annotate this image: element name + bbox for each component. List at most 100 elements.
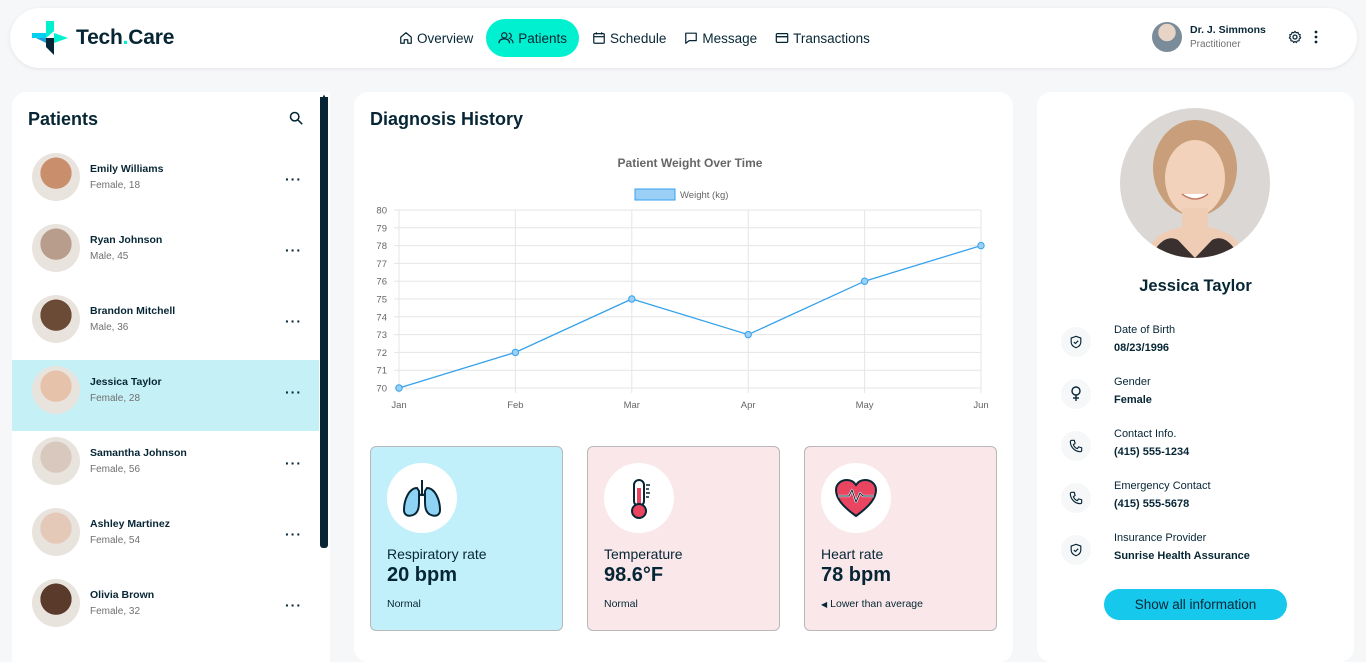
heart-rate-icon: [821, 463, 891, 533]
top-navigation-bar: Tech.Care Overview Patients Schedule Mes…: [10, 8, 1357, 68]
vital-status: ◀ Lower than average: [821, 598, 923, 610]
vital-status: Normal: [604, 598, 638, 610]
vitals-row: Respiratory rate 20 bpm Normal Temperature 9…: [370, 446, 997, 631]
data-point[interactable]: [860, 277, 869, 285]
patient-gender-age: Female, 28: [90, 393, 141, 404]
patient-list-item[interactable]: Jessica Taylor Female, 28 ···: [12, 360, 319, 431]
gear-icon[interactable]: [1288, 30, 1302, 44]
nav-schedule[interactable]: Schedule: [583, 19, 675, 57]
data-point[interactable]: [977, 241, 985, 250]
patient-avatar: [32, 579, 80, 627]
patient-gender-age: Male, 36: [90, 322, 129, 333]
diagnosis-history-panel: Diagnosis History Patient Weight Over Ti…: [354, 92, 1013, 662]
info-label: Date of Birth: [1114, 324, 1176, 336]
patient-avatar: [32, 366, 80, 414]
patient-list-item[interactable]: Ryan Johnson Male, 45 ···: [12, 218, 319, 289]
home-icon: [400, 32, 412, 44]
x-tick-label: May: [856, 400, 874, 411]
patient-name: Emily Williams: [90, 163, 164, 175]
nav-patients[interactable]: Patients: [486, 19, 580, 57]
patients-panel: Patients Emily Williams Female, 18 ··· Ryan…: [12, 92, 330, 662]
patient-list-item[interactable]: Samantha Johnson Female, 56 ···: [12, 431, 319, 502]
nav-transactions[interactable]: Transactions: [766, 19, 879, 57]
lungs-icon: [387, 463, 457, 533]
vital-card: Temperature 98.6°F Normal: [587, 446, 780, 631]
patient-avatar: [32, 295, 80, 343]
more-horizontal-icon[interactable]: ···: [285, 171, 302, 187]
info-label: Insurance Provider: [1114, 532, 1207, 544]
patient-list-item[interactable]: Emily Williams Female, 18 ···: [12, 147, 319, 218]
x-tick-label: Feb: [507, 400, 523, 411]
info-value: (415) 555-1234: [1114, 446, 1190, 458]
chart-title: Patient Weight Over Time: [618, 156, 763, 170]
vital-card: Heart rate 78 bpm ◀ Lower than average: [804, 446, 997, 631]
patient-avatar: [32, 153, 80, 201]
patients-scrollbar[interactable]: [320, 97, 328, 548]
users-icon: [498, 32, 514, 44]
data-point[interactable]: [628, 295, 636, 303]
vital-status: Normal: [387, 598, 421, 610]
more-horizontal-icon[interactable]: ···: [285, 526, 302, 542]
more-vertical-icon[interactable]: [1314, 30, 1318, 44]
credit-card-icon: [775, 33, 789, 43]
patient-profile-panel: Jessica Taylor Date of Birth 08/23/1996 Ge…: [1037, 92, 1354, 662]
nav-message[interactable]: Message: [675, 19, 766, 57]
phone-icon: [1061, 483, 1091, 513]
nav-transactions-label: Transactions: [793, 30, 870, 46]
patient-list-item[interactable]: Olivia Brown Female, 32 ···: [12, 573, 319, 644]
patient-list: Emily Williams Female, 18 ··· Ryan Johnson M…: [12, 147, 319, 644]
vital-value: 78 bpm: [821, 564, 892, 586]
info-value: 08/23/1996: [1114, 342, 1170, 354]
legend-swatch: [634, 188, 676, 201]
nav-overview[interactable]: Overview: [390, 19, 482, 57]
more-horizontal-icon[interactable]: ···: [285, 597, 302, 613]
x-tick-label: Jan: [391, 400, 406, 411]
nav-schedule-label: Schedule: [610, 30, 667, 46]
x-tick-label: Mar: [624, 400, 640, 411]
chat-icon: [685, 32, 698, 44]
phone-icon: [1061, 431, 1091, 461]
shield-check-icon: [1061, 327, 1091, 357]
patient-list-item[interactable]: Brandon Mitchell Male, 36 ···: [12, 289, 319, 360]
info-value: Female: [1114, 394, 1152, 406]
y-tick-label: 78: [376, 241, 387, 252]
app-logo[interactable]: Tech.Care: [32, 21, 174, 55]
y-tick-label: 79: [376, 223, 387, 234]
patient-gender-age: Female, 56: [90, 464, 141, 475]
patient-gender-age: Female, 18: [90, 180, 141, 191]
patient-name: Ashley Martinez: [90, 518, 170, 530]
data-point[interactable]: [744, 330, 752, 339]
user-name: Dr. J. Simmons: [1190, 24, 1266, 36]
more-horizontal-icon[interactable]: ···: [285, 313, 302, 329]
thermometer-icon: [604, 463, 674, 533]
search-icon[interactable]: [289, 111, 303, 125]
patient-name: Jessica Taylor: [1139, 277, 1252, 295]
y-tick-label: 77: [376, 259, 387, 270]
info-value: (415) 555-5678: [1114, 498, 1190, 510]
female-icon: [1061, 379, 1091, 409]
more-horizontal-icon[interactable]: ···: [285, 384, 302, 400]
nav-overview-label: Overview: [417, 30, 474, 46]
user-role: Practitioner: [1190, 39, 1241, 50]
data-point[interactable]: [511, 348, 520, 357]
info-label: Emergency Contact: [1114, 480, 1211, 492]
vital-value: 20 bpm: [387, 564, 458, 586]
main-nav: Overview Patients Schedule Message Trans…: [390, 19, 879, 57]
vital-card: Respiratory rate 20 bpm Normal: [370, 446, 563, 631]
more-horizontal-icon[interactable]: ···: [285, 242, 302, 258]
vital-label: Heart rate: [821, 546, 884, 562]
more-horizontal-icon[interactable]: ···: [285, 455, 302, 471]
user-profile[interactable]: Dr. J. Simmons Practitioner: [1152, 22, 1266, 52]
y-tick-label: 70: [376, 384, 387, 395]
show-all-information-button[interactable]: Show all information: [1104, 589, 1287, 620]
patients-title: Patients: [28, 109, 99, 129]
patient-list-item[interactable]: Ashley Martinez Female, 54 ···: [12, 502, 319, 573]
data-point[interactable]: [395, 384, 403, 392]
diagnosis-title: Diagnosis History: [370, 109, 524, 129]
x-tick-label: Jun: [973, 400, 988, 411]
nav-patients-label: Patients: [518, 30, 568, 46]
info-label: Gender: [1114, 376, 1151, 388]
patient-name: Samantha Johnson: [90, 447, 187, 459]
user-avatar: [1152, 22, 1182, 52]
patient-name: Olivia Brown: [90, 589, 155, 601]
